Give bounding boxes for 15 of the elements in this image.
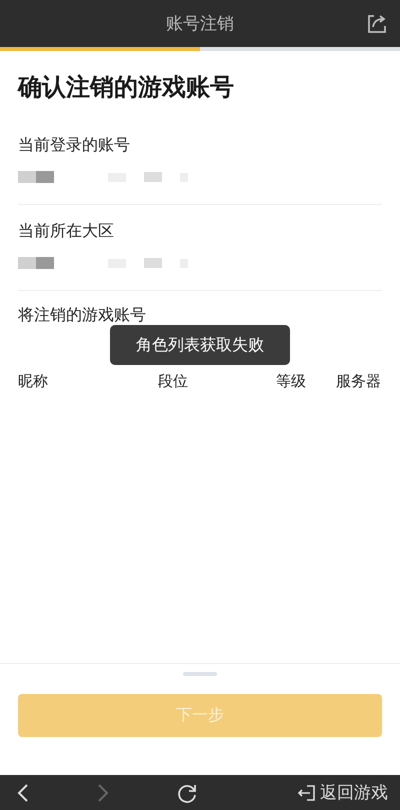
field-label: 当前登录的账号	[18, 135, 131, 156]
share-icon[interactable]	[366, 13, 388, 35]
drag-handle[interactable]	[183, 672, 217, 676]
field-label: 将注销的游戏账号	[18, 305, 147, 326]
exit-icon	[296, 784, 316, 802]
field-label: 当前所在大区	[18, 221, 115, 242]
column-header: 等级	[276, 372, 307, 391]
column-header: 服务器	[336, 372, 382, 391]
page-heading: 确认注销的游戏账号	[18, 72, 235, 103]
back-icon[interactable]	[16, 782, 30, 802]
page-title: 账号注销	[166, 13, 234, 35]
column-header: 昵称	[18, 372, 49, 391]
error-toast: 角色列表获取失败	[110, 325, 290, 365]
return-game-button[interactable]: 返回游戏	[296, 781, 388, 804]
column-header: 段位	[158, 372, 189, 391]
